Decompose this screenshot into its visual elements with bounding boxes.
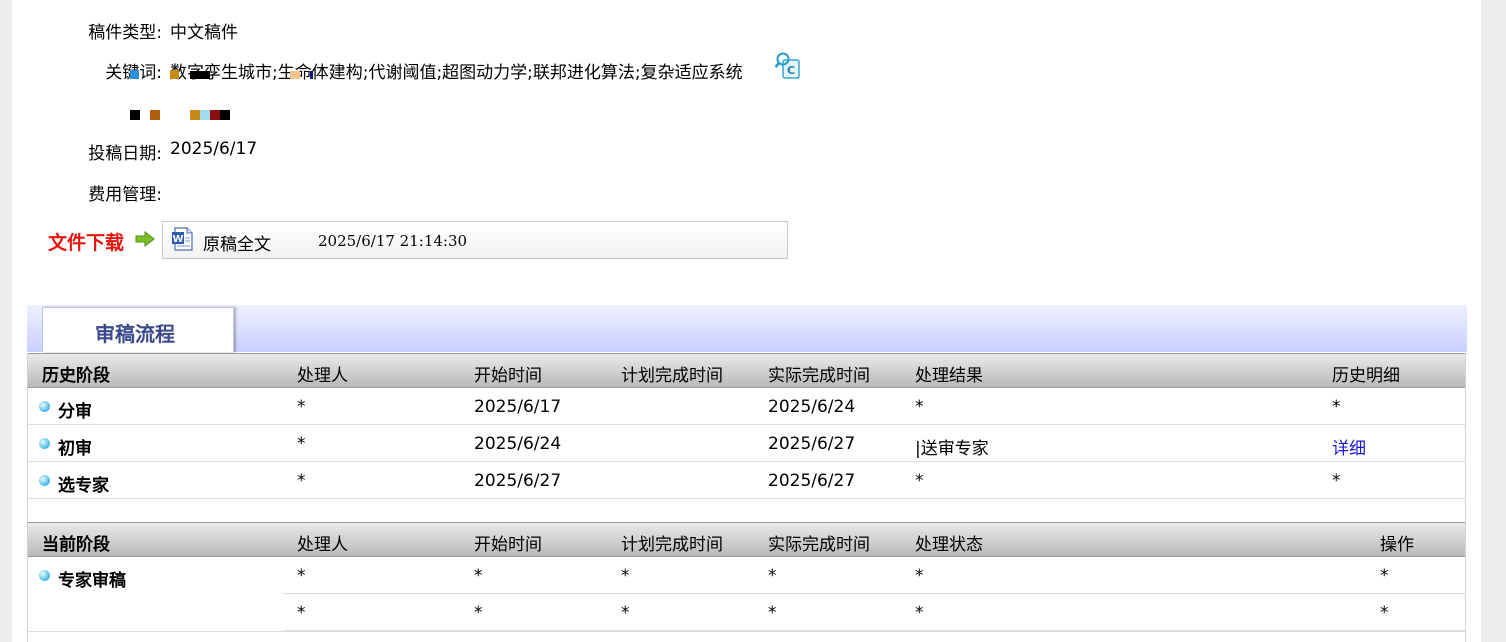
result: * <box>915 397 924 417</box>
col-planned: 计划完成时间 <box>621 366 723 386</box>
handler: * <box>297 603 306 623</box>
divider <box>28 631 1465 632</box>
action: * <box>1380 603 1389 623</box>
actual-time: 2025/6/27 <box>768 471 856 491</box>
file-name-link[interactable]: 原稿全文 <box>203 230 271 255</box>
pixel-artifact <box>310 71 313 79</box>
planned-time: * <box>621 566 630 586</box>
pixel-artifact <box>200 110 210 120</box>
fee-label: 费用管理: <box>88 185 162 205</box>
date-label: 投稿日期: <box>88 144 162 164</box>
col-start: 开始时间 <box>474 535 542 555</box>
review-tab-bar: 审稿流程 <box>27 305 1467 352</box>
table-row: * * * * * * <box>283 557 1465 594</box>
pixel-artifact <box>130 70 139 79</box>
bullet-dot-icon <box>39 401 50 412</box>
bullet-dot-icon <box>39 475 50 486</box>
current-stage-name: 专家审稿 <box>58 571 126 591</box>
col-history-stage: 历史阶段 <box>42 366 110 386</box>
pixel-artifact <box>220 110 230 120</box>
start-time: 2025/6/27 <box>474 471 562 491</box>
keywords-value: 数字孪生城市;生命体建构;代谢阈值;超图动力学;联邦进化算法;复杂适应系统 <box>170 63 743 83</box>
planned-time: * <box>621 603 630 623</box>
result: * <box>915 471 924 491</box>
col-current-stage: 当前阶段 <box>42 535 110 555</box>
table-row: * * * * * * <box>283 594 1465 631</box>
manuscript-detail-page: 稿件类型: 中文稿件 关键词: 数字孪生城市;生命体建构;代谢阈值;超图动力学;… <box>12 0 1481 642</box>
svg-text:C: C <box>787 64 795 77</box>
file-date: 2025/6/17 21:14:30 <box>318 232 468 250</box>
green-arrow-icon <box>135 231 155 247</box>
bullet-dot-icon <box>39 570 50 581</box>
keywords-label: 关键词: <box>22 58 162 83</box>
col-actual: 实际完成时间 <box>768 366 870 386</box>
table-row: 初审 * 2025/6/24 2025/6/27 |送审专家 详细 <box>28 425 1465 462</box>
tab-label: 审稿流程 <box>95 322 175 346</box>
handler: * <box>297 566 306 586</box>
col-start: 开始时间 <box>474 366 542 386</box>
actual-time: * <box>768 566 777 586</box>
pixel-artifact <box>170 70 179 79</box>
col-planned: 计划完成时间 <box>621 535 723 555</box>
detail: * <box>1332 471 1341 491</box>
handler: * <box>297 434 306 454</box>
tab-review-process[interactable]: 审稿流程 <box>42 307 234 352</box>
detail: * <box>1332 397 1341 417</box>
start-time: 2025/6/24 <box>474 434 562 454</box>
search-doc-icon[interactable]: C <box>775 51 801 79</box>
pixel-artifact <box>290 71 300 79</box>
current-table: 当前阶段 处理人 开始时间 计划完成时间 实际完成时间 处理状态 操作 专家审稿… <box>27 522 1466 642</box>
current-header: 当前阶段 处理人 开始时间 计划完成时间 实际完成时间 处理状态 操作 <box>28 522 1465 557</box>
history-table: 历史阶段 处理人 开始时间 计划完成时间 实际完成时间 处理结果 历史明细 分审… <box>27 353 1466 523</box>
start-time: 2025/6/17 <box>474 397 562 417</box>
svg-text:W: W <box>172 234 183 245</box>
download-label: 文件下载 <box>48 232 125 254</box>
actual-time: 2025/6/27 <box>768 434 856 454</box>
col-actual: 实际完成时间 <box>768 535 870 555</box>
pixel-artifact <box>210 110 220 120</box>
detail-link[interactable]: 详细 <box>1332 434 1366 459</box>
handler: * <box>297 397 306 417</box>
type-label: 稿件类型: <box>88 23 162 43</box>
pixel-artifact <box>190 71 210 79</box>
date-value: 2025/6/17 <box>170 139 258 159</box>
status: * <box>915 566 924 586</box>
stage-name: 选专家 <box>58 476 109 496</box>
history-header: 历史阶段 处理人 开始时间 计划完成时间 实际完成时间 处理结果 历史明细 <box>28 353 1465 388</box>
type-value: 中文稿件 <box>170 23 238 43</box>
table-row: 选专家 * 2025/6/27 2025/6/27 * * <box>28 462 1465 499</box>
action: * <box>1380 566 1389 586</box>
stage-name: 初审 <box>58 439 92 459</box>
start-time: * <box>474 566 483 586</box>
stage-name: 分审 <box>58 402 92 422</box>
col-status: 处理状态 <box>915 535 983 555</box>
pixel-artifact <box>130 110 140 120</box>
result: |送审专家 <box>915 439 989 459</box>
pixel-artifact <box>150 110 160 120</box>
handler: * <box>297 471 306 491</box>
col-handler: 处理人 <box>297 366 348 386</box>
col-detail: 历史明细 <box>1332 366 1400 386</box>
bullet-dot-icon <box>39 438 50 449</box>
table-row: 分审 * 2025/6/17 2025/6/24 * * <box>28 388 1465 425</box>
word-doc-icon: W <box>172 227 193 251</box>
status: * <box>915 603 924 623</box>
file-download-box[interactable]: W 原稿全文 2025/6/17 21:14:30 <box>162 221 788 259</box>
start-time: * <box>474 603 483 623</box>
col-result: 处理结果 <box>915 366 983 386</box>
pixel-artifact <box>190 110 200 120</box>
actual-time: 2025/6/24 <box>768 397 856 417</box>
col-action: 操作 <box>1380 535 1414 555</box>
col-handler: 处理人 <box>297 535 348 555</box>
actual-time: * <box>768 603 777 623</box>
